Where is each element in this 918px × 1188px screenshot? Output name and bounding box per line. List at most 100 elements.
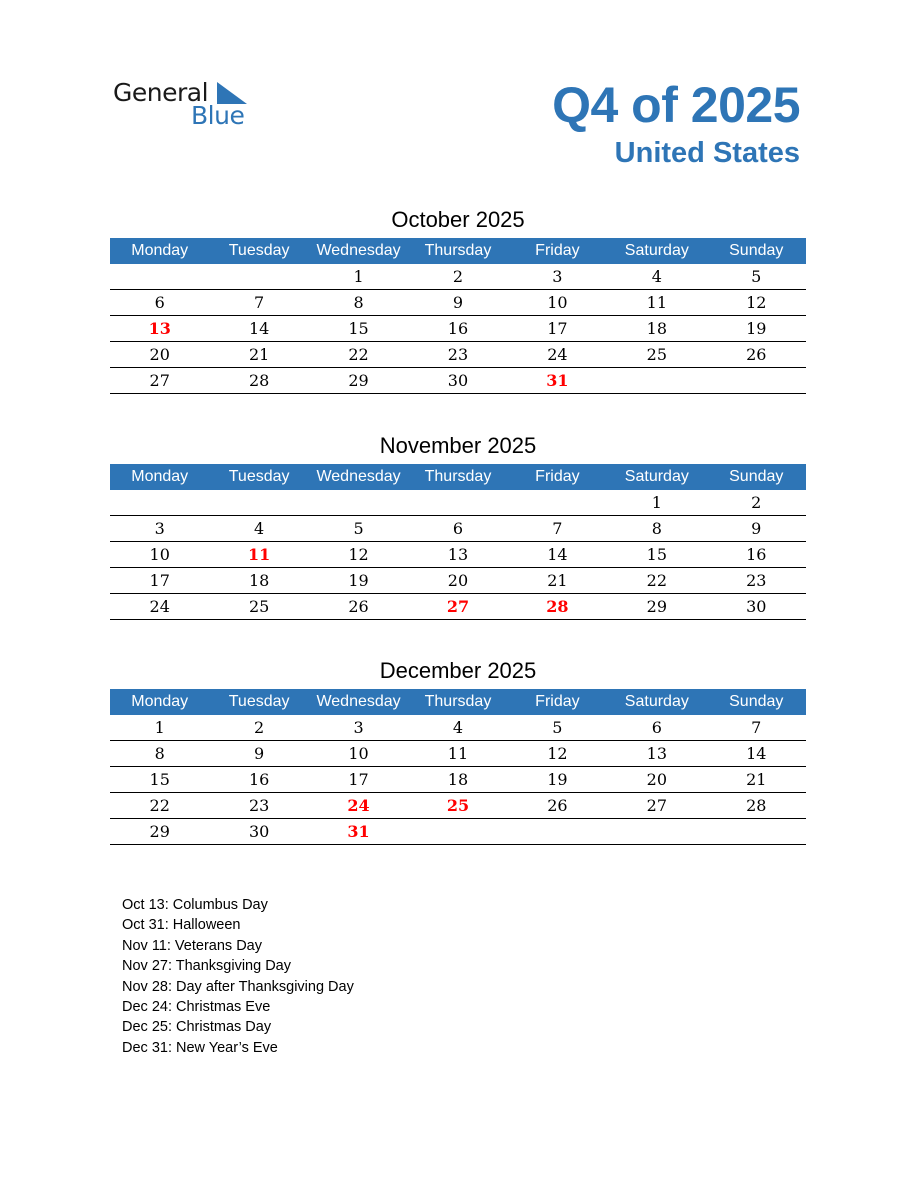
week-row: 22 23 24 25 26 27 28 <box>110 792 806 819</box>
weekday-header: Wednesday <box>308 689 409 715</box>
holiday-day-cell: 27 <box>408 593 508 620</box>
weekday-header-row: Monday Tuesday Wednesday Thursday Friday Satu… <box>110 689 806 715</box>
empty-day-cell <box>209 264 309 290</box>
weekday-header: Saturday <box>607 689 707 715</box>
holiday-item: Oct 31: Halloween <box>122 917 241 934</box>
day-cell: 3 <box>308 715 409 741</box>
day-cell: 26 <box>507 792 608 819</box>
day-cell: 15 <box>607 541 707 568</box>
day-cell: 12 <box>308 541 409 568</box>
weekday-header: Tuesday <box>209 464 309 490</box>
holiday-day-cell: 25 <box>408 792 508 819</box>
month-december: December 2025 Monday Tuesday Wednesday Thur… <box>110 656 806 845</box>
day-cell: 23 <box>706 567 806 594</box>
day-cell: 18 <box>209 567 309 594</box>
empty-day-cell <box>408 818 508 845</box>
day-cell: 2 <box>706 490 806 516</box>
day-cell: 28 <box>209 367 309 394</box>
day-cell: 19 <box>706 315 806 342</box>
weekday-header: Friday <box>507 689 608 715</box>
weekday-header: Friday <box>507 238 608 264</box>
holiday-list: Oct 13: Columbus Day Oct 31: Halloween N… <box>122 895 354 1058</box>
day-cell: 6 <box>110 289 210 316</box>
week-row: 29 30 31 <box>110 818 806 845</box>
day-cell: 20 <box>408 567 508 594</box>
calendar-grid: Monday Tuesday Wednesday Thursday Friday Satu… <box>110 238 806 394</box>
day-cell: 6 <box>607 715 707 741</box>
weekday-header: Friday <box>507 464 608 490</box>
day-cell: 7 <box>507 515 608 542</box>
weekday-header: Wednesday <box>308 464 409 490</box>
day-cell: 23 <box>209 792 309 819</box>
empty-day-cell <box>308 490 409 516</box>
day-cell: 8 <box>607 515 707 542</box>
day-cell: 22 <box>110 792 210 819</box>
week-row: 27 28 29 30 31 <box>110 367 806 394</box>
weekday-header: Sunday <box>706 689 806 715</box>
day-cell: 8 <box>110 740 210 767</box>
day-cell: 16 <box>706 541 806 568</box>
week-row: 15 16 17 18 19 20 21 <box>110 766 806 793</box>
empty-day-cell <box>209 490 309 516</box>
day-cell: 21 <box>507 567 608 594</box>
day-cell: 30 <box>209 818 309 845</box>
holiday-item: Dec 31: New Year’s Eve <box>122 1039 278 1056</box>
weekday-header: Tuesday <box>209 689 309 715</box>
day-cell: 1 <box>607 490 707 516</box>
country-subtitle: United States <box>614 137 800 169</box>
empty-day-cell <box>706 367 806 394</box>
weekday-header: Tuesday <box>209 238 309 264</box>
calendar-grid: Monday Tuesday Wednesday Thursday Friday Satu… <box>110 464 806 620</box>
week-row: 8 9 10 11 12 13 14 <box>110 740 806 767</box>
day-cell: 4 <box>607 264 707 290</box>
week-row: 3456789 <box>110 515 806 542</box>
empty-day-cell <box>607 367 707 394</box>
day-cell: 16 <box>408 315 508 342</box>
holiday-item: Dec 25: Christmas Day <box>122 1019 272 1036</box>
empty-day-cell <box>507 818 608 845</box>
day-cell: 16 <box>209 766 309 793</box>
day-cell: 15 <box>308 315 409 342</box>
holiday-item: Nov 27: Thanksgiving Day <box>122 958 291 975</box>
empty-day-cell <box>110 490 210 516</box>
week-row: 20 21 22 23 24 25 26 <box>110 341 806 368</box>
week-row: 12345 <box>110 264 806 290</box>
day-cell: 19 <box>507 766 608 793</box>
holiday-day-cell: 28 <box>507 593 608 620</box>
week-row: 24 25 26 27 28 29 30 <box>110 593 806 620</box>
day-cell: 21 <box>209 341 309 368</box>
day-cell: 27 <box>110 367 210 394</box>
empty-day-cell <box>607 818 707 845</box>
day-cell: 9 <box>706 515 806 542</box>
day-cell: 7 <box>209 289 309 316</box>
empty-day-cell <box>408 490 508 516</box>
day-cell: 13 <box>607 740 707 767</box>
day-cell: 5 <box>308 515 409 542</box>
day-cell: 14 <box>209 315 309 342</box>
weekday-header: Saturday <box>607 238 707 264</box>
day-cell: 2 <box>408 264 508 290</box>
day-cell: 24 <box>110 593 210 620</box>
month-title: October 2025 <box>391 207 525 232</box>
day-cell: 14 <box>706 740 806 767</box>
holiday-item: Nov 11: Veterans Day <box>122 937 262 954</box>
day-cell: 18 <box>607 315 707 342</box>
logo-text-blue: Blue <box>191 101 245 130</box>
day-cell: 12 <box>507 740 608 767</box>
day-cell: 6 <box>408 515 508 542</box>
day-cell: 9 <box>209 740 309 767</box>
generalblue-logo: General Blue <box>113 78 253 134</box>
day-cell: 1 <box>110 715 210 741</box>
day-cell: 5 <box>706 264 806 290</box>
day-cell: 18 <box>408 766 508 793</box>
day-cell: 21 <box>706 766 806 793</box>
day-cell: 15 <box>110 766 210 793</box>
day-cell: 24 <box>507 341 608 368</box>
day-cell: 29 <box>308 367 409 394</box>
day-cell: 9 <box>408 289 508 316</box>
weekday-header: Sunday <box>706 238 806 264</box>
day-cell: 17 <box>507 315 608 342</box>
day-cell: 7 <box>706 715 806 741</box>
holiday-day-cell: 31 <box>308 818 409 845</box>
day-cell: 3 <box>507 264 608 290</box>
